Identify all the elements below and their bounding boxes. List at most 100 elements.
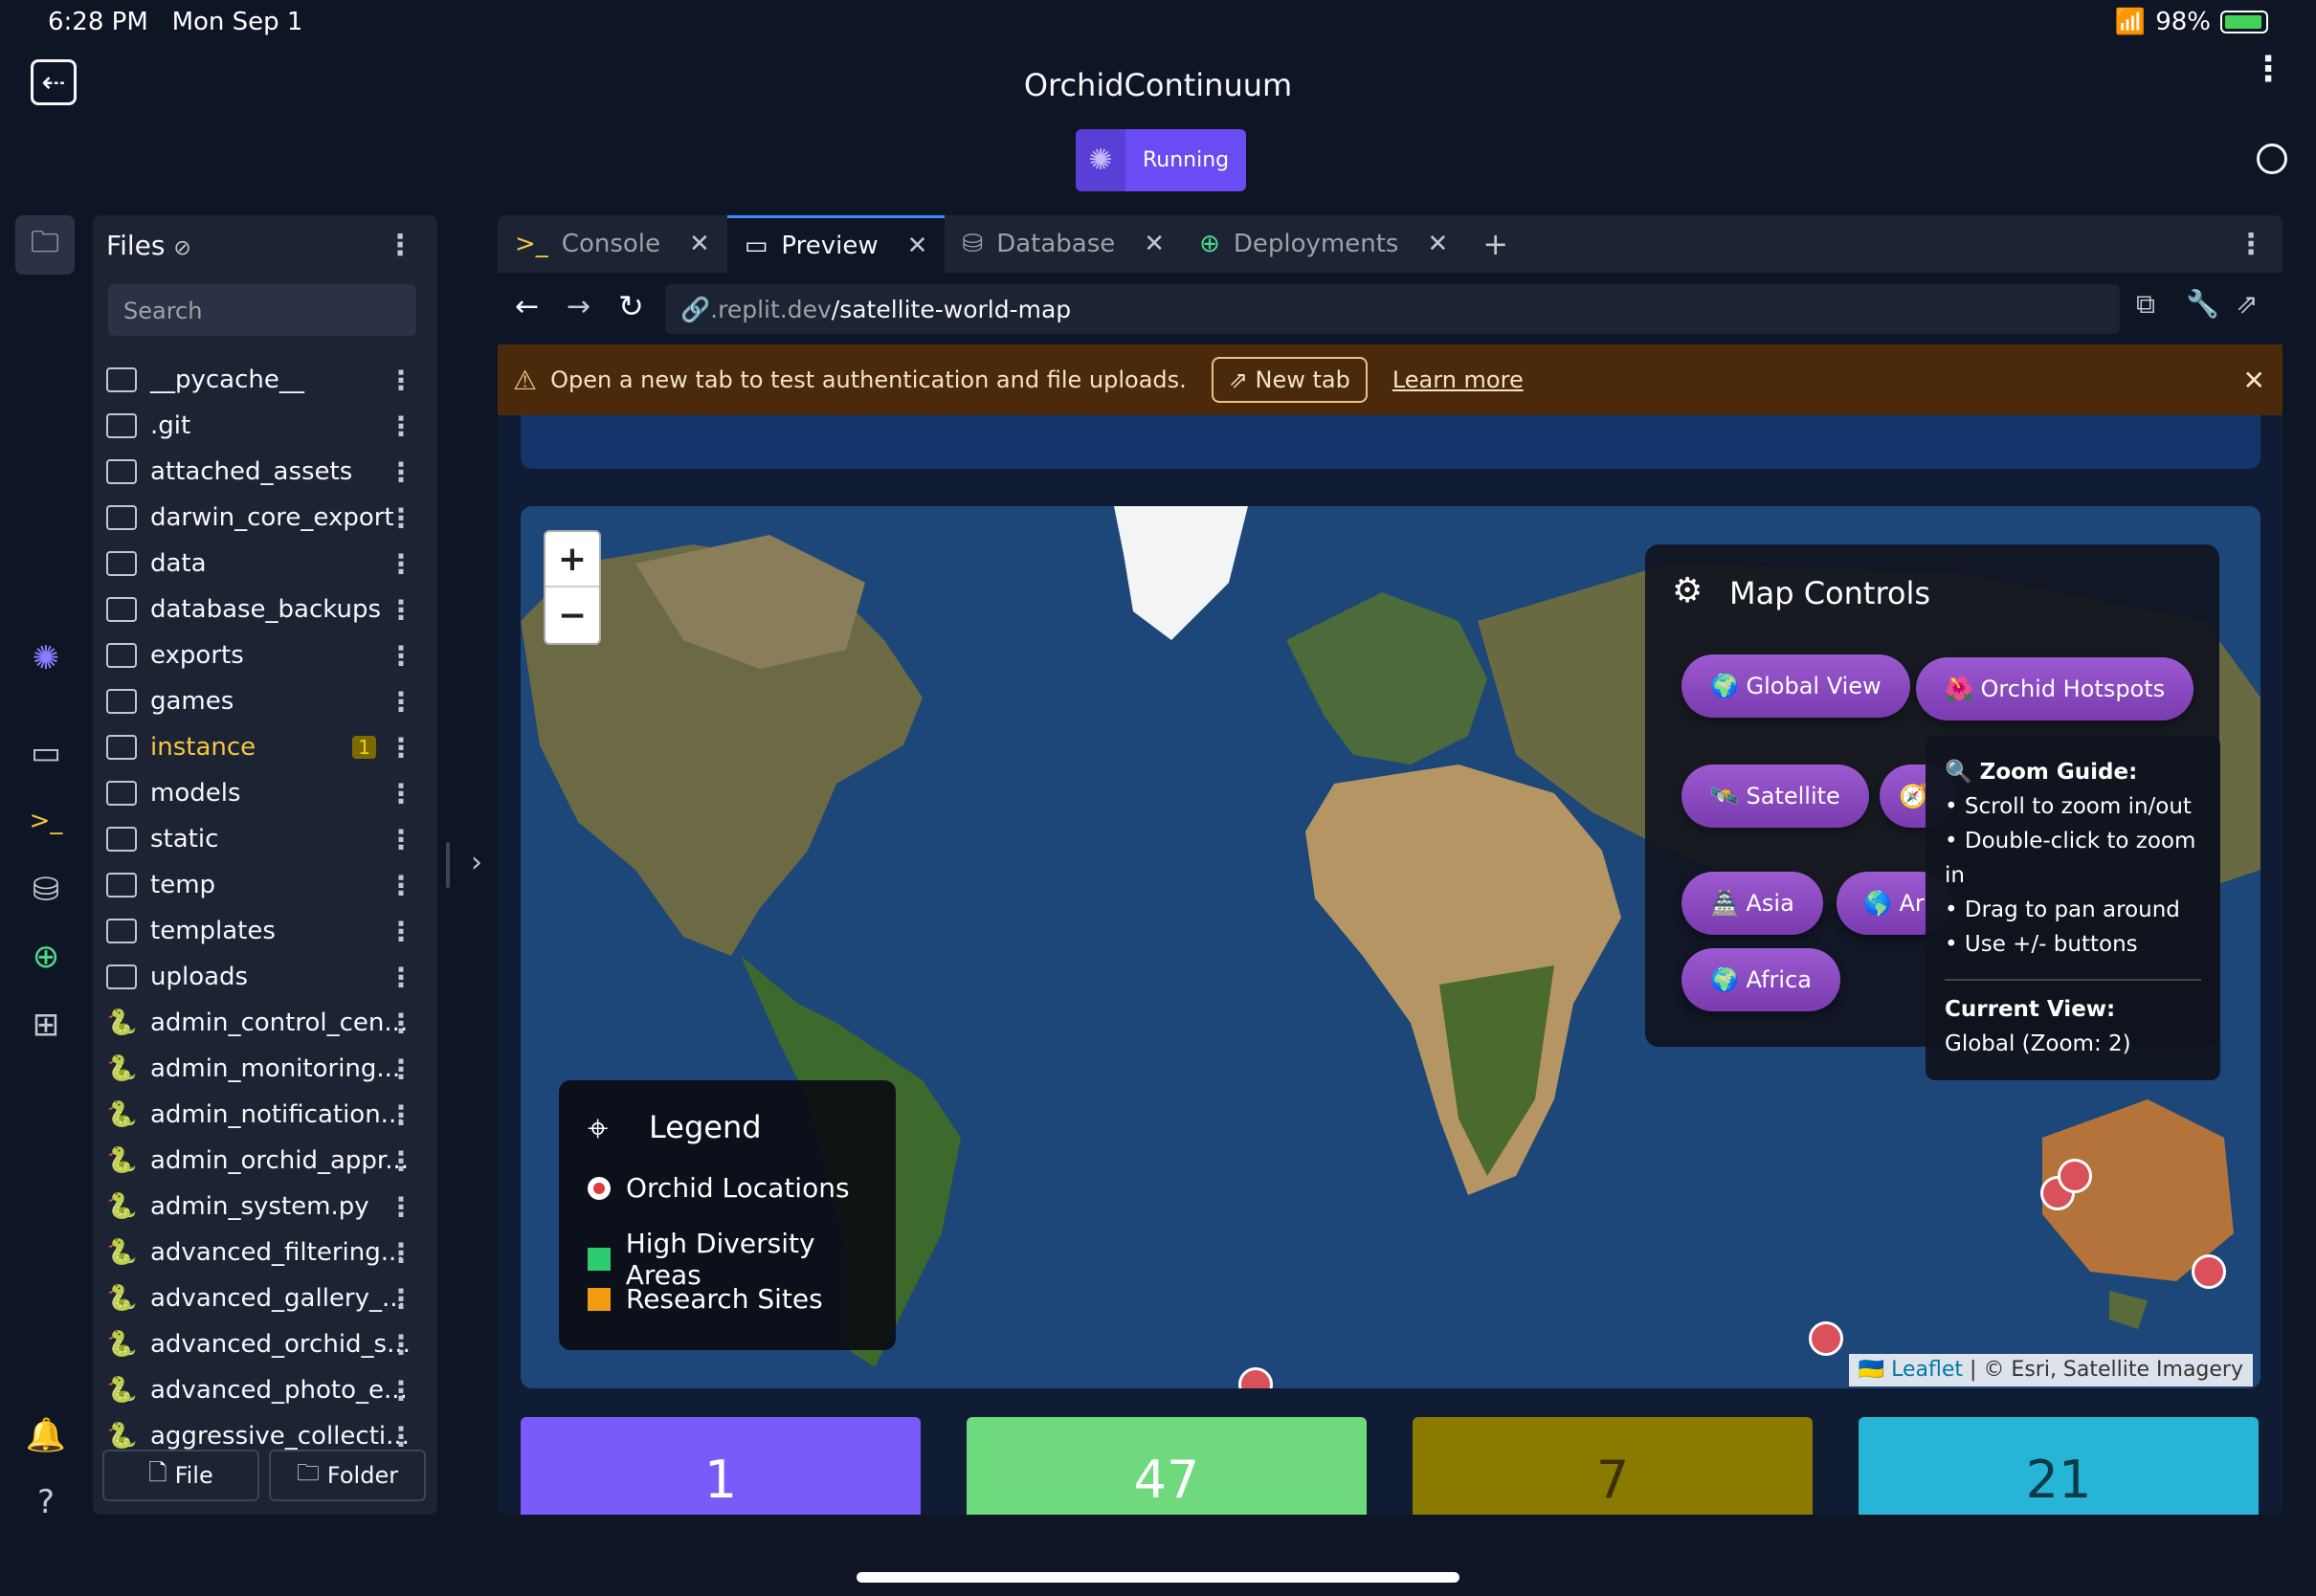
file-item[interactable]: 🐍 advanced_filtering... ⋮ <box>106 1231 422 1274</box>
item-menu-icon[interactable]: ⋮ <box>388 410 414 442</box>
folder-item[interactable]: darwin_core_export ⋮ <box>106 497 422 539</box>
asia-button[interactable]: 🏯 Asia <box>1681 872 1823 935</box>
item-menu-icon[interactable]: ⋮ <box>388 916 414 947</box>
new-folder-button[interactable]: 🗀 Folder <box>269 1450 426 1501</box>
orchid-location-marker[interactable] <box>2058 1159 2092 1193</box>
file-item[interactable]: 🐍 advanced_orchid_s... ⋮ <box>106 1323 422 1365</box>
file-item[interactable]: 🐍 admin_monitoring... ⋮ <box>106 1048 422 1090</box>
close-tab-icon[interactable]: ✕ <box>907 232 928 260</box>
file-item[interactable]: 🐍 advanced_gallery_... ⋮ <box>106 1277 422 1319</box>
folder-item[interactable]: temp ⋮ <box>106 864 422 906</box>
item-menu-icon[interactable]: ⋮ <box>388 1421 414 1452</box>
item-menu-icon[interactable]: ⋮ <box>388 456 414 488</box>
orchid-location-marker[interactable] <box>1809 1321 1843 1356</box>
devtools-wrench-icon[interactable]: 🔧 <box>2186 288 2219 320</box>
new-file-button[interactable]: 🗋 File <box>102 1450 259 1501</box>
preview-icon[interactable]: ▭ <box>22 729 70 777</box>
tab-database[interactable]: ⛁ Database ✕ <box>945 215 1182 273</box>
item-menu-icon[interactable]: ⋮ <box>388 1329 414 1361</box>
satellite-button[interactable]: 🛰️ Satellite <box>1681 765 1869 828</box>
item-menu-icon[interactable]: ⋮ <box>388 870 414 901</box>
file-item[interactable]: 🐍 admin_notification... ⋮ <box>106 1094 422 1136</box>
close-banner-icon[interactable]: ✕ <box>2243 365 2265 396</box>
new-tab-button[interactable]: ⇗ New tab <box>1211 357 1368 403</box>
tab-console[interactable]: >_ Console ✕ <box>498 215 727 273</box>
database-icon[interactable]: ⛁ <box>22 866 70 914</box>
folder-item[interactable]: .git ⋮ <box>106 405 422 447</box>
tab-deployments[interactable]: ⊕ Deployments ✕ <box>1182 215 1465 273</box>
more-menu-icon[interactable]: ⋮ <box>2251 53 2285 87</box>
item-menu-icon[interactable]: ⋮ <box>388 365 414 396</box>
item-menu-icon[interactable]: ⋮ <box>388 1008 414 1039</box>
global-view-button[interactable]: 🌍 Global View <box>1681 654 1910 718</box>
reload-icon[interactable]: ↻ <box>618 288 644 324</box>
zoom-in-button[interactable]: + <box>546 532 599 587</box>
item-menu-icon[interactable]: ⋮ <box>388 548 414 580</box>
deployments-icon[interactable]: ⊕ <box>22 933 70 981</box>
item-menu-icon[interactable]: ⋮ <box>388 1099 414 1131</box>
open-external-icon[interactable]: ⇗ <box>2236 288 2258 320</box>
folder-item[interactable]: templates ⋮ <box>106 910 422 952</box>
folder-item[interactable]: attached_assets ⋮ <box>106 451 422 493</box>
item-menu-icon[interactable]: ⋮ <box>388 502 414 534</box>
files-menu-icon[interactable]: ⋮ <box>386 229 414 262</box>
close-tab-icon[interactable]: ✕ <box>1427 230 1448 258</box>
panel-resize-handle[interactable] <box>446 842 450 888</box>
folder-item[interactable]: data ⋮ <box>106 543 422 585</box>
tab-preview[interactable]: ▭ Preview ✕ <box>726 215 946 273</box>
file-item[interactable]: 🐍 admin_orchid_appr... ⋮ <box>106 1140 422 1182</box>
all-tools-icon[interactable]: ⊞ <box>22 1001 70 1049</box>
file-item[interactable]: 🐍 admin_system.py ⋮ <box>106 1186 422 1228</box>
item-menu-icon[interactable]: ⋮ <box>388 1145 414 1177</box>
item-menu-icon[interactable]: ⋮ <box>388 778 414 809</box>
help-icon[interactable]: ? <box>22 1478 70 1526</box>
devices-icon[interactable]: ⧉ <box>2136 288 2155 321</box>
file-item[interactable]: 🐍 admin_control_cen... ⋮ <box>106 1002 422 1044</box>
run-status-button[interactable]: ✺ Running <box>1076 129 1247 191</box>
notifications-icon[interactable]: 🔔 <box>22 1411 70 1459</box>
item-menu-icon[interactable]: ⋮ <box>388 640 414 672</box>
legend-item: Orchid Locations <box>588 1172 850 1204</box>
folder-item[interactable]: models ⋮ <box>106 772 422 814</box>
orchid-location-marker[interactable] <box>2192 1254 2226 1289</box>
console-icon[interactable]: >_ <box>22 797 70 845</box>
item-menu-icon[interactable]: ⋮ <box>388 1053 414 1085</box>
files-panel-toggle-icon[interactable]: 🗀 <box>15 215 75 275</box>
item-menu-icon[interactable]: ⋮ <box>388 1237 414 1269</box>
folder-item[interactable]: games ⋮ <box>106 680 422 722</box>
forward-icon[interactable]: → <box>567 290 590 323</box>
item-menu-icon[interactable]: ⋮ <box>388 1283 414 1315</box>
africa-button[interactable]: 🌍 Africa <box>1681 948 1840 1011</box>
item-menu-icon[interactable]: ⋮ <box>388 732 414 764</box>
folder-item[interactable]: instance 1 ⋮ <box>106 726 422 768</box>
files-search-input[interactable]: Search <box>108 284 416 336</box>
close-tab-icon[interactable]: ✕ <box>1144 230 1165 258</box>
leaflet-link[interactable]: Leaflet <box>1891 1358 1963 1382</box>
item-menu-icon[interactable]: ⋮ <box>388 962 414 993</box>
item-menu-icon[interactable]: ⋮ <box>388 686 414 718</box>
item-menu-icon[interactable]: ⋮ <box>388 1191 414 1223</box>
folder-item[interactable]: database_backups ⋮ <box>106 588 422 631</box>
home-indicator[interactable] <box>857 1572 1459 1583</box>
folder-item[interactable]: static ⋮ <box>106 818 422 860</box>
back-icon[interactable]: ← <box>515 290 539 323</box>
url-input[interactable]: 🔗.replit.dev/satellite-world-map <box>665 284 2120 334</box>
folder-item[interactable]: uploads ⋮ <box>106 956 422 998</box>
item-menu-icon[interactable]: ⋮ <box>388 594 414 626</box>
agent-icon[interactable]: ✺ <box>22 634 70 682</box>
zoom-out-button[interactable]: − <box>546 587 599 643</box>
learn-more-link[interactable]: Learn more <box>1392 366 1524 393</box>
folder-item[interactable]: exports ⋮ <box>106 634 422 676</box>
add-tab-button[interactable]: + <box>1465 215 1525 273</box>
file-name: templates <box>150 917 276 945</box>
file-item[interactable]: 🐍 advanced_photo_e... ⋮ <box>106 1369 422 1411</box>
item-menu-icon[interactable]: ⋮ <box>388 824 414 855</box>
search-icon[interactable] <box>2257 144 2287 174</box>
close-tab-icon[interactable]: ✕ <box>689 230 710 258</box>
world-map[interactable]: + − ⚙ Map Controls 🌍 Global View 🌺 Orchi… <box>521 506 2260 1388</box>
tabs-menu-icon[interactable]: ⋮ <box>2219 215 2283 273</box>
folder-item[interactable]: __pycache__ ⋮ <box>106 359 422 401</box>
orchid-hotspots-button[interactable]: 🌺 Orchid Hotspots <box>1916 657 2194 720</box>
collapse-chevron-icon[interactable]: › <box>471 846 482 879</box>
item-menu-icon[interactable]: ⋮ <box>388 1375 414 1407</box>
